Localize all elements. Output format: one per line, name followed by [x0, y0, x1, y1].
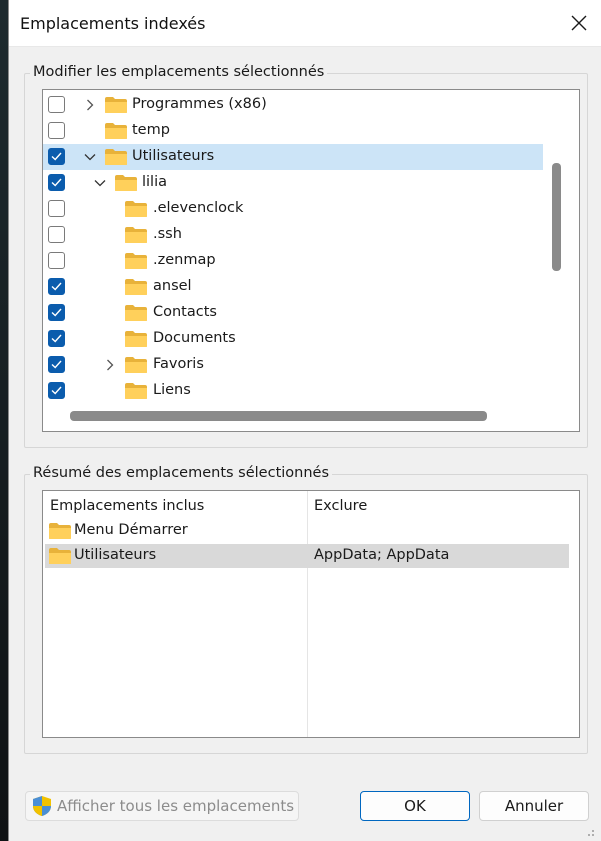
background-desktop — [0, 0, 8, 841]
tree-item-checkbox[interactable] — [48, 174, 65, 191]
folder-icon — [114, 174, 138, 192]
title-bar: Emplacements indexés — [9, 0, 601, 47]
folder-icon — [104, 96, 128, 114]
folder-icon — [124, 200, 148, 218]
tree-item-checkbox[interactable] — [48, 122, 65, 139]
chevron-down-icon[interactable] — [93, 176, 107, 190]
column-header-included[interactable]: Emplacements inclus — [50, 498, 204, 514]
tree-item-checkbox[interactable] — [48, 200, 65, 217]
ok-label: OK — [404, 797, 426, 815]
chevron-right-icon[interactable] — [103, 358, 117, 372]
tree-item-label: ansel — [153, 278, 192, 294]
tree-item-checkbox[interactable] — [48, 330, 65, 347]
chevron-right-icon[interactable] — [83, 98, 97, 112]
tree-item-label: Utilisateurs — [132, 148, 215, 164]
checkmark-icon — [51, 178, 62, 187]
tree-item-checkbox[interactable] — [48, 356, 65, 373]
folder-icon — [48, 522, 72, 540]
tree-item[interactable]: Liens — [43, 378, 543, 404]
ok-button[interactable]: OK — [360, 791, 470, 821]
folder-icon — [48, 547, 72, 565]
folder-icon — [104, 122, 128, 140]
tree-item-label: temp — [132, 122, 170, 138]
folder-icon — [124, 356, 148, 374]
checkmark-icon — [51, 152, 62, 161]
column-header-exclude[interactable]: Exclure — [314, 498, 367, 514]
checkmark-icon — [51, 360, 62, 369]
show-all-label: Afficher tous les emplacements — [56, 797, 295, 815]
close-button[interactable] — [556, 0, 601, 46]
tree-item[interactable]: Documents — [43, 326, 543, 352]
checkmark-icon — [51, 386, 62, 395]
tree-item[interactable]: temp — [43, 118, 543, 144]
tree-item[interactable]: Contacts — [43, 300, 543, 326]
cancel-label: Annuler — [504, 797, 564, 815]
cancel-button[interactable]: Annuler — [479, 791, 589, 821]
tree-item-label: .ssh — [153, 226, 182, 242]
horizontal-scrollbar-thumb[interactable] — [70, 411, 487, 421]
folder-icon — [124, 226, 148, 244]
tree-item-label: Contacts — [153, 304, 217, 320]
folder-icon — [124, 278, 148, 296]
tree-item-checkbox[interactable] — [48, 278, 65, 295]
show-all-locations-button[interactable]: Afficher tous les emplacements — [25, 791, 299, 821]
tree-item-checkbox[interactable] — [48, 148, 65, 165]
indexed-locations-dialog: Emplacements indexés Modifier les emplac… — [8, 0, 601, 841]
tree-item-checkbox[interactable] — [48, 304, 65, 321]
locations-tree[interactable]: Programmes (x86) temp Utilisateurs lilia .el… — [42, 89, 580, 432]
folder-icon — [124, 304, 148, 322]
modify-group-label: Modifier les emplacements sélectionnés — [30, 64, 328, 80]
exclude-cell: AppData; AppData — [314, 547, 450, 563]
folder-icon — [124, 382, 148, 400]
checkmark-icon — [51, 334, 62, 343]
folder-icon — [104, 148, 128, 166]
folder-icon — [124, 330, 148, 348]
tree-item-label: Favoris — [153, 356, 204, 372]
tree-item-label: Documents — [153, 330, 236, 346]
tree-item-label: lilia — [142, 174, 167, 190]
tree-item[interactable]: lilia — [43, 170, 543, 196]
included-location-cell: Utilisateurs — [74, 547, 157, 563]
tree-item-checkbox[interactable] — [48, 96, 65, 113]
summary-row[interactable]: Utilisateurs AppData; AppData — [45, 544, 569, 568]
summary-group-label: Résumé des emplacements sélectionnés — [30, 465, 333, 481]
tree-item[interactable]: Programmes (x86) — [43, 92, 543, 118]
tree-item-label: .zenmap — [153, 252, 216, 268]
folder-icon — [124, 252, 148, 270]
checkmark-icon — [51, 282, 62, 291]
tree-item-checkbox[interactable] — [48, 382, 65, 399]
tree-item[interactable]: ansel — [43, 274, 543, 300]
tree-item[interactable]: Favoris — [43, 352, 543, 378]
tree-item-label: Liens — [153, 382, 191, 398]
included-location-cell: Menu Démarrer — [74, 522, 188, 538]
tree-item-checkbox[interactable] — [48, 252, 65, 269]
chevron-down-icon[interactable] — [83, 150, 97, 164]
tree-item-label: Programmes (x86) — [132, 96, 267, 112]
tree-item[interactable]: .elevenclock — [43, 196, 543, 222]
tree-item-label: .elevenclock — [153, 200, 244, 216]
summary-row[interactable]: Menu Démarrer — [45, 519, 569, 543]
uac-shield-icon — [32, 796, 51, 816]
tree-item[interactable]: .zenmap — [43, 248, 543, 274]
checkmark-icon — [51, 308, 62, 317]
vertical-scrollbar-thumb[interactable] — [552, 163, 561, 271]
window-title: Emplacements indexés — [20, 14, 206, 33]
resize-grip-icon[interactable] — [585, 827, 595, 837]
tree-item[interactable]: .ssh — [43, 222, 543, 248]
close-icon — [571, 15, 587, 31]
tree-item[interactable]: Utilisateurs — [43, 144, 543, 170]
tree-item-checkbox[interactable] — [48, 226, 65, 243]
summary-list[interactable]: Emplacements inclus Exclure Menu Démarre… — [42, 490, 580, 738]
